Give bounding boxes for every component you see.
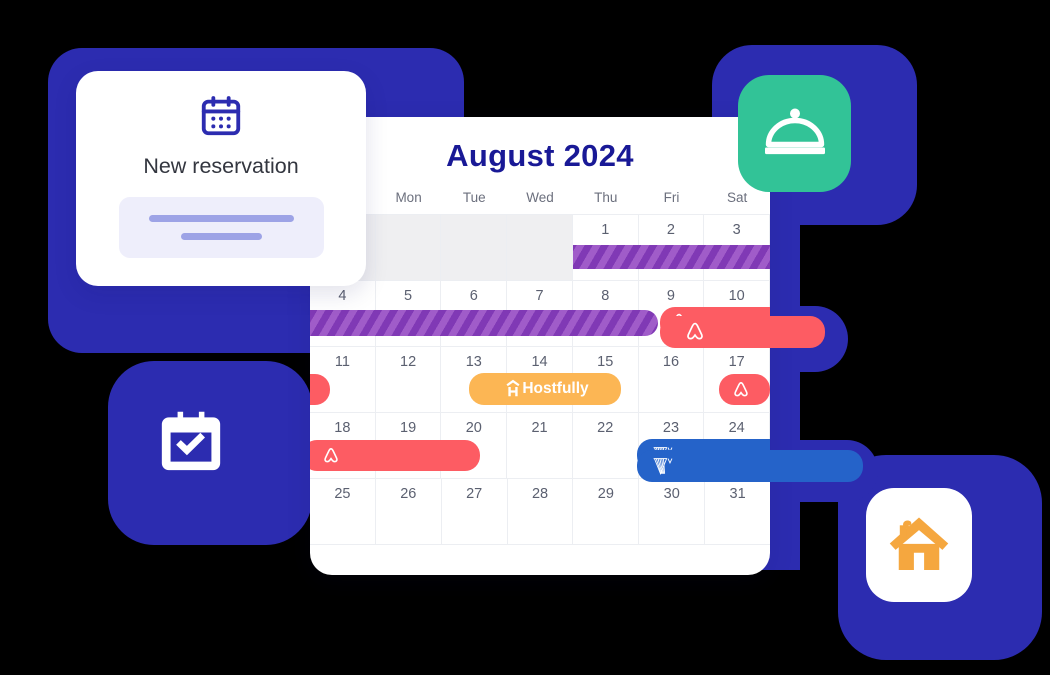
day-number: 24 [728, 420, 745, 436]
weekday-label-wed: Wed [526, 190, 554, 205]
booking-label-hostfully: Hostfully [522, 380, 589, 398]
booking-bar-blocked[interactable] [310, 310, 658, 336]
day-number: 17 [728, 354, 745, 370]
calendar-week-row: 25 26 27 28 29 30 31 [310, 479, 770, 545]
day-number: 2 [666, 222, 675, 238]
day-number: 7 [535, 288, 544, 304]
calendar-day-cell[interactable]: 26 [375, 479, 442, 545]
calendar-day-cell[interactable]: 31 [705, 479, 770, 545]
day-number: 10 [728, 288, 745, 304]
calendar-grid: 1 2 3 4 5 6 7 8 9 10 11 12 13 14 15 16 1… [310, 214, 770, 545]
day-number: 27 [466, 486, 483, 502]
day-number: 13 [465, 354, 482, 370]
weekday-label-tue: Tue [462, 190, 486, 205]
calendar-day-cell[interactable]: 22 [572, 413, 639, 479]
day-number: 16 [662, 354, 680, 370]
calendar-day-cell[interactable] [507, 215, 573, 281]
cloche-icon [762, 100, 828, 167]
day-number: 31 [729, 486, 746, 502]
day-number: 22 [597, 420, 614, 436]
day-number: 21 [531, 420, 548, 436]
booking-bar-blocked[interactable] [573, 245, 770, 269]
day-number: 19 [400, 420, 417, 436]
weekday-label-sat: Sat [727, 190, 748, 205]
calendar-day-cell[interactable] [441, 215, 508, 281]
calendar-day-cell[interactable]: 16 [638, 347, 705, 413]
new-reservation-card[interactable]: New reservation [76, 71, 366, 286]
calendar-day-cell[interactable]: 29 [573, 479, 640, 545]
day-number: 25 [334, 486, 351, 502]
day-number: 4 [338, 288, 347, 304]
calendar-icon [198, 93, 244, 144]
day-number: 5 [404, 288, 413, 304]
day-number: 29 [597, 486, 614, 502]
calendar-day-cell[interactable]: 21 [507, 413, 573, 479]
weekday-label-fri: Fri [663, 190, 680, 205]
reservation-skeleton-placeholder [118, 197, 324, 258]
day-number: 8 [601, 288, 610, 304]
airbnb-icon [730, 379, 752, 401]
day-number: 26 [400, 486, 417, 502]
day-number: 23 [662, 420, 680, 436]
weekday-label-thu: Thu [594, 190, 618, 205]
skeleton-line [180, 233, 262, 240]
day-number: 15 [597, 354, 614, 370]
vrbo-icon [651, 454, 677, 478]
weekday-label-mon: Mon [395, 190, 422, 205]
calendar-month-title: August 2024 [446, 138, 634, 173]
day-number: 9 [666, 288, 675, 304]
day-number: 20 [465, 420, 482, 436]
calendar-day-cell[interactable] [375, 215, 442, 281]
booking-bar-airbnb-single[interactable] [719, 374, 770, 405]
cloche-tile[interactable] [738, 75, 851, 192]
calendar-day-cell[interactable]: 25 [310, 479, 376, 545]
calendar-day-cell[interactable]: 30 [639, 479, 706, 545]
day-number: 18 [334, 420, 351, 436]
calendar-week-row: 11 12 13 14 15 16 17 Hostfully [310, 347, 770, 413]
airbnb-icon [320, 445, 342, 467]
calendar-day-cell[interactable]: 27 [441, 479, 508, 545]
new-reservation-title: New reservation [143, 154, 299, 178]
day-number: 11 [334, 354, 350, 370]
skeleton-line [148, 215, 294, 222]
calendar-check-icon [155, 408, 227, 483]
calendar-day-cell[interactable]: 28 [507, 479, 574, 545]
day-number: 3 [732, 222, 741, 238]
calendar-day-cell[interactable]: 12 [375, 347, 442, 413]
day-number: 14 [531, 354, 548, 370]
day-number: 28 [531, 486, 549, 502]
day-number: 12 [400, 354, 417, 370]
booking-bar-airbnb[interactable] [310, 440, 480, 471]
calendar-weekday-header: Mon Tue Wed Thu Fri Sat [310, 190, 770, 214]
booking-bar-hostfully[interactable]: Hostfully [469, 373, 621, 405]
house-tile[interactable] [866, 488, 972, 602]
calendar-week-row: 1 2 3 [310, 215, 770, 281]
booking-bar-airbnb-overflow[interactable] [660, 316, 825, 348]
house-icon [882, 507, 956, 584]
booking-bar-vrbo-overflow[interactable] [637, 450, 863, 482]
calendar-check-tile[interactable] [155, 410, 227, 480]
day-number: 6 [469, 288, 478, 304]
day-number: 1 [601, 222, 610, 238]
day-number: 30 [663, 486, 680, 502]
illustration-canvas: August 2024 Mon Tue Wed Thu Fri Sat 1 2 … [0, 0, 1050, 675]
airbnb-icon [682, 319, 708, 345]
